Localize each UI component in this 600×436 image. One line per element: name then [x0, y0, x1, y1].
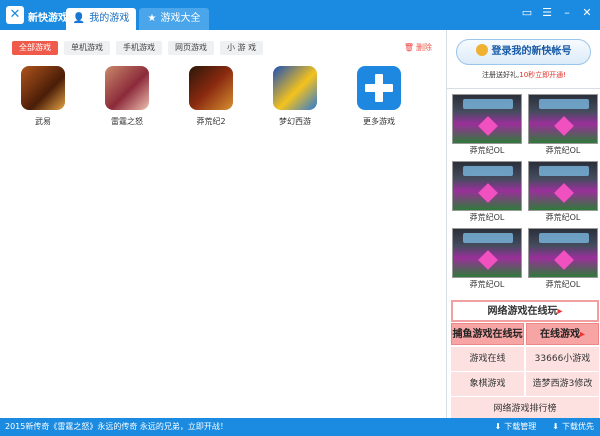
promo-name[interactable]: 莽荒纪OL: [452, 278, 522, 292]
promo-thumb[interactable]: 莽荒纪OL: [528, 228, 598, 292]
promo-name[interactable]: 莽荒纪OL: [528, 144, 598, 158]
links-row: 游戏在线 33666小游戏: [451, 347, 599, 371]
game-name: 梦幻西游: [279, 117, 311, 126]
login-button-label: 登录我的新快帐号: [491, 46, 572, 57]
online-games-label: 网络游戏在线玩: [487, 306, 558, 317]
window-controls: ▭ ☰ – ✕: [520, 6, 594, 20]
sidebar: 登录我的新快帐号 注册送好礼,10秒立即开通! 莽荒纪OL 莽荒纪OL 莽荒纪O…: [446, 30, 600, 421]
register-prefix: 注册送好礼,: [482, 71, 520, 79]
status-bar: 2015新传奇《雷霆之怒》永远的传奇 永远的兄弟，立即开战！ ⬇ 下载管理 ⬇ 下载…: [0, 418, 600, 436]
filter-mobile[interactable]: 手机游戏: [116, 41, 162, 55]
main-panel: 全部游戏 单机游戏 手机游戏 网页游戏 小 游 戏 🗑 删除 武易 雷霆之怒 莽荒…: [0, 30, 446, 418]
game-name: 莽荒纪2: [196, 117, 226, 126]
title-bar: ✕ 新快游戏 👤 我的游戏 ★ 游戏大全 ▭ ☰ – ✕: [0, 0, 600, 30]
close-icon[interactable]: ✕: [580, 6, 594, 20]
promo-image[interactable]: [528, 228, 598, 278]
minimize-icon[interactable]: –: [560, 6, 574, 20]
promo-name[interactable]: 莽荒纪OL: [452, 144, 522, 158]
chess-games-link[interactable]: 象棋游戏: [451, 372, 524, 396]
delete-label: 删除: [416, 43, 432, 52]
trash-icon: 🗑: [403, 43, 414, 52]
promo-name[interactable]: 莽荒纪OL: [528, 278, 598, 292]
promo-thumb[interactable]: 莽荒纪OL: [528, 161, 598, 225]
promo-image[interactable]: [528, 94, 598, 144]
promo-thumb[interactable]: 莽荒纪OL: [452, 228, 522, 292]
star-icon: ★: [147, 13, 157, 24]
user-icon: 👤: [72, 13, 86, 24]
game-icon[interactable]: [21, 66, 65, 110]
promo-image[interactable]: [452, 228, 522, 278]
game-item[interactable]: 梦幻西游: [272, 66, 318, 127]
promo-thumb[interactable]: 莽荒纪OL: [452, 161, 522, 225]
menu-icon[interactable]: ☰: [540, 6, 554, 20]
download-manage-label: 下载管理: [504, 422, 537, 431]
tab-all-games-label: 游戏大全: [160, 13, 201, 24]
game-list: 武易 雷霆之怒 莽荒纪2 梦幻西游 更多游戏: [20, 66, 402, 127]
app-title: 新快游戏: [28, 13, 68, 24]
tab-all-games[interactable]: ★ 游戏大全: [139, 8, 209, 30]
filter-web[interactable]: 网页游戏: [168, 41, 214, 55]
filter-mini[interactable]: 小 游 戏: [220, 41, 264, 55]
fish-game-link[interactable]: 捕鱼游戏在线玩▸: [451, 323, 524, 362]
download-priority-button[interactable]: ⬇ 下载优先: [552, 418, 594, 436]
game-icon[interactable]: [105, 66, 149, 110]
links-row: 象棋游戏 造梦西游3修改: [451, 372, 599, 396]
message-icon[interactable]: ▭: [520, 6, 534, 20]
delete-button[interactable]: 🗑 删除: [404, 42, 432, 53]
featured-links-row: 捕鱼游戏在线玩▸ 在线游戏▸: [451, 323, 599, 362]
login-avatar-icon: [475, 44, 488, 56]
game-online-link[interactable]: 游戏在线: [451, 347, 524, 371]
game-item[interactable]: 武易: [20, 66, 66, 127]
online-games-link[interactable]: 网络游戏在线玩▸: [451, 300, 599, 322]
game-item[interactable]: 莽荒纪2: [188, 66, 234, 127]
status-actions: ⬇ 下载管理 ⬇ 下载优先: [495, 418, 594, 436]
divider: [447, 88, 600, 89]
download-icon: ⬇: [552, 422, 559, 431]
promo-image[interactable]: [452, 161, 522, 211]
download-icon: ⬇: [494, 422, 502, 431]
filter-all[interactable]: 全部游戏: [12, 41, 58, 55]
promo-image[interactable]: [452, 94, 522, 144]
register-link[interactable]: 10秒立即开通!: [519, 71, 566, 79]
promo-thumb-grid: 莽荒纪OL 莽荒纪OL 莽荒纪OL 莽荒纪OL 莽荒纪OL 莽荒纪OL: [452, 94, 598, 292]
game-name: 雷霆之怒: [111, 117, 143, 126]
small-games-link[interactable]: 33666小游戏: [526, 347, 599, 371]
mod-link[interactable]: 造梦西游3修改: [526, 372, 599, 396]
app-logo-icon: ✕: [6, 6, 24, 24]
tab-my-games[interactable]: 👤 我的游戏: [66, 8, 136, 30]
online-game-label: 在线游戏: [539, 329, 580, 340]
promo-thumb[interactable]: 莽荒纪OL: [452, 94, 522, 158]
arrow-right-icon: ▸: [557, 306, 563, 317]
download-manage-button[interactable]: ⬇ 下载管理: [495, 418, 537, 436]
filter-single[interactable]: 单机游戏: [64, 41, 110, 55]
promo-image[interactable]: [528, 161, 598, 211]
tab-my-games-label: 我的游戏: [89, 13, 130, 24]
game-name: 更多游戏: [363, 117, 395, 126]
promo-name[interactable]: 莽荒纪OL: [528, 211, 598, 225]
arrow-right-icon: ▸: [579, 329, 586, 340]
fish-game-label: 捕鱼游戏在线玩: [452, 329, 523, 340]
login-button[interactable]: 登录我的新快帐号: [456, 39, 591, 65]
game-name: 武易: [35, 117, 51, 126]
filter-bar: 全部游戏 单机游戏 手机游戏 网页游戏 小 游 戏: [12, 41, 264, 55]
status-news[interactable]: 2015新传奇《雷霆之怒》永远的传奇 永远的兄弟，立即开战！: [5, 418, 228, 436]
game-icon[interactable]: [189, 66, 233, 110]
more-games-item[interactable]: 更多游戏: [356, 66, 402, 127]
plus-icon[interactable]: [357, 66, 401, 110]
online-game-link[interactable]: 在线游戏▸: [526, 323, 599, 345]
download-priority-label: 下载优先: [562, 422, 594, 431]
game-icon[interactable]: [273, 66, 317, 110]
register-promo: 注册送好礼,10秒立即开通!: [447, 70, 600, 80]
promo-name[interactable]: 莽荒纪OL: [452, 211, 522, 225]
promo-thumb[interactable]: 莽荒纪OL: [528, 94, 598, 158]
game-item[interactable]: 雷霆之怒: [104, 66, 150, 127]
